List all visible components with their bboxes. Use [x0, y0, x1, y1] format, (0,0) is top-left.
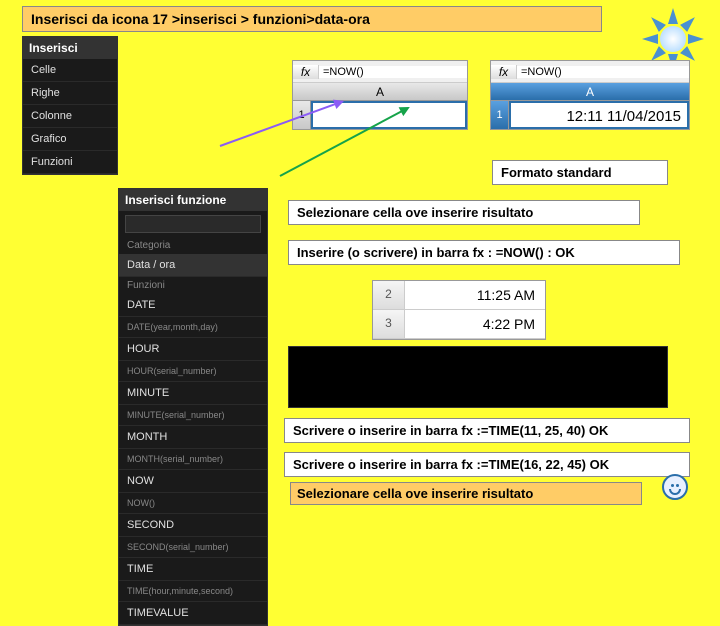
col-header: A: [293, 83, 467, 101]
row-num: 3: [373, 310, 405, 338]
col-header: A: [491, 83, 689, 101]
func-sig: SECOND(serial_number): [119, 537, 267, 558]
category-label: Categoria: [119, 237, 267, 254]
func-item[interactable]: HOUR: [119, 338, 267, 361]
func-item[interactable]: DATE: [119, 294, 267, 317]
label-insert-now: Inserire (o scrivere) in barra fx : =NOW…: [288, 240, 680, 265]
menu-title: Inserisci: [23, 37, 117, 59]
label-select-cell: Selezionare cella ove inserire risultato: [288, 200, 640, 225]
label-time-1: Scrivere o inserire in barra fx :=TIME(1…: [284, 418, 690, 443]
func-sig: NOW(): [119, 493, 267, 514]
cell-a1[interactable]: 12:11 11/04/2015: [509, 101, 689, 129]
func-sig: TIME(hour,minute,second): [119, 581, 267, 602]
menu-item[interactable]: Righe: [23, 82, 117, 105]
func-sig: MONTH(serial_number): [119, 449, 267, 470]
spreadsheet-snippet-a: fx =NOW() A 1: [292, 60, 468, 130]
insert-menu[interactable]: Inserisci Celle Righe Colonne Grafico Fu…: [22, 36, 118, 175]
func-item[interactable]: TIME: [119, 558, 267, 581]
search-input[interactable]: [125, 215, 261, 233]
func-sig: HOUR(serial_number): [119, 361, 267, 382]
row-num: 2: [373, 281, 405, 309]
func-item[interactable]: MONTH: [119, 426, 267, 449]
fx-icon: fx: [491, 65, 517, 79]
sun-icon: [648, 14, 698, 64]
label-select-cell-2: Selezionare cella ove inserire risultato: [290, 482, 642, 505]
fx-icon: fx: [293, 65, 319, 79]
title-banner: Inserisci da icona 17 >inserisci > funzi…: [22, 6, 602, 32]
func-sig: MINUTE(serial_number): [119, 405, 267, 426]
label-time-2: Scrivere o inserire in barra fx :=TIME(1…: [284, 452, 690, 477]
cell-value: 11:25 AM: [405, 281, 545, 309]
row-header: 1: [491, 101, 509, 129]
spreadsheet-snippet-b: fx =NOW() A 1 12:11 11/04/2015: [490, 60, 690, 130]
menu-item[interactable]: Celle: [23, 59, 117, 82]
menu-item[interactable]: Funzioni: [23, 151, 117, 174]
formula-input[interactable]: =NOW(): [319, 66, 467, 78]
func-sig: DATE(year,month,day): [119, 317, 267, 338]
formula-input[interactable]: =NOW(): [517, 66, 689, 78]
time-examples: 2 11:25 AM 3 4:22 PM: [372, 280, 546, 340]
smiley-icon: [662, 474, 688, 500]
function-dialog[interactable]: Inserisci funzione Categoria Data / ora …: [118, 188, 268, 626]
functions-label: Funzioni: [119, 277, 267, 294]
category-selected[interactable]: Data / ora: [119, 254, 267, 277]
dialog-title: Inserisci funzione: [119, 189, 267, 211]
black-panel: [288, 346, 668, 408]
menu-item[interactable]: Grafico: [23, 128, 117, 151]
label-formato-standard: Formato standard: [492, 160, 668, 185]
func-item[interactable]: MINUTE: [119, 382, 267, 405]
cell-value: 4:22 PM: [405, 310, 545, 338]
func-item[interactable]: NOW: [119, 470, 267, 493]
func-item[interactable]: TIMEVALUE: [119, 602, 267, 625]
menu-item[interactable]: Colonne: [23, 105, 117, 128]
func-item[interactable]: SECOND: [119, 514, 267, 537]
